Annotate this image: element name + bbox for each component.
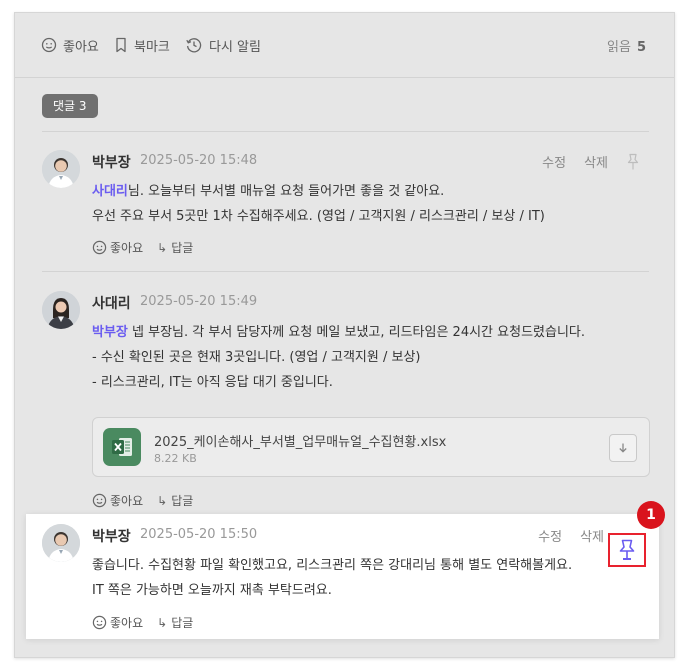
edit-button[interactable]: 수정 xyxy=(538,526,562,545)
reply-label: 답글 xyxy=(171,241,194,255)
mention-link[interactable]: 박부장 xyxy=(92,325,128,340)
download-icon xyxy=(619,443,627,453)
comment-text: 좋습니다. 수집현황 파일 확인했고요, 리스크관리 쪽은 강대리님 통해 별도… xyxy=(92,558,573,573)
edit-button[interactable]: 수정 xyxy=(542,152,566,171)
pin-button[interactable] xyxy=(626,153,640,171)
comment-text: - 수신 확인된 곳은 현재 3곳입니다. (영업 / 고객지원 / 보상) xyxy=(92,350,421,365)
step-marker-badge: 1 xyxy=(637,501,665,529)
file-size: 8.22 KB xyxy=(154,452,197,465)
comment-item: 박부장 2025-05-20 15:48 수정 삭제 사대리님. 오늘부터 부서… xyxy=(42,150,648,260)
reply-button[interactable]: ↳ 답글 xyxy=(157,614,193,631)
highlighted-comment-card: 박부장 2025-05-20 15:50 수정 삭제 좋습니다. 수집현황 파일… xyxy=(26,514,659,639)
comment-body: 사대리님. 오늘부터 부서별 매뉴얼 요청 들어가면 좋을 것 같아요. 우선 … xyxy=(92,179,545,229)
comment-body: 박부장 넵 부장님. 각 부서 담당자께 요청 메일 보냈고, 리드타임은 24… xyxy=(92,320,585,395)
comment-footer: 좋아요 ↳ 답글 xyxy=(92,492,193,509)
bookmark-icon xyxy=(116,37,126,53)
pin-button-active[interactable] xyxy=(608,533,646,567)
bookmark-button[interactable]: 북마크 xyxy=(114,35,170,55)
like-comment-button[interactable]: 좋아요 xyxy=(92,614,143,631)
smile-icon xyxy=(92,240,107,255)
bookmark-label: 북마크 xyxy=(134,39,170,55)
comment-item: 박부장 2025-05-20 15:50 수정 삭제 좋습니다. 수집현황 파일… xyxy=(42,524,654,634)
avatar xyxy=(42,150,80,188)
mention-link[interactable]: 사대리 xyxy=(92,184,128,199)
comment-footer: 좋아요 ↳ 답글 xyxy=(92,239,193,256)
reply-button[interactable]: ↳ 답글 xyxy=(157,239,193,256)
comment-actions: 수정 삭제 xyxy=(520,526,604,545)
download-button[interactable] xyxy=(609,434,637,462)
comment-text: - 리스크관리, IT는 아직 응답 대기 중입니다. xyxy=(92,375,333,390)
like-post-button[interactable]: 좋아요 xyxy=(41,35,99,55)
like-comment-label: 좋아요 xyxy=(110,494,144,508)
comment-footer: 좋아요 ↳ 답글 xyxy=(92,614,193,631)
smile-icon xyxy=(92,493,107,508)
smile-icon xyxy=(92,615,107,630)
reply-arrow-icon: ↳ xyxy=(157,493,168,508)
reply-label: 답글 xyxy=(171,616,194,630)
like-post-label: 좋아요 xyxy=(63,39,99,55)
comment-text: IT 쪽은 가능하면 오늘까지 재촉 부탁드려요. xyxy=(92,583,332,598)
delete-button[interactable]: 삭제 xyxy=(584,152,608,171)
divider xyxy=(42,131,649,132)
like-comment-button[interactable]: 좋아요 xyxy=(92,239,143,256)
post-panel: 좋아요 북마크 다시 알림 읽음 5 댓글 3 박부장 2025-05-20 15… xyxy=(14,12,675,658)
smile-icon xyxy=(41,37,57,53)
reply-label: 답글 xyxy=(171,494,194,508)
comment-actions: 수정 삭제 xyxy=(524,152,640,171)
comment-time: 2025-05-20 15:48 xyxy=(140,153,258,168)
comment-body: 좋습니다. 수집현황 파일 확인했고요, 리스크관리 쪽은 강대리님 통해 별도… xyxy=(92,553,572,603)
remind-label: 다시 알림 xyxy=(209,39,261,55)
reply-arrow-icon: ↳ xyxy=(157,240,168,255)
delete-button[interactable]: 삭제 xyxy=(580,526,604,545)
read-count-label: 읽음 xyxy=(607,40,631,55)
like-comment-label: 좋아요 xyxy=(110,616,144,630)
pin-icon xyxy=(619,539,635,560)
like-comment-label: 좋아요 xyxy=(110,241,144,255)
file-attachment[interactable]: 2025_케이손해사_부서별_업무매뉴얼_수집현황.xlsx 8.22 KB xyxy=(92,417,650,477)
comment-text: 우선 주요 부서 5곳만 1차 수집해주세요. (영업 / 고객지원 / 리스크… xyxy=(92,209,545,224)
like-comment-button[interactable]: 좋아요 xyxy=(92,492,143,509)
avatar xyxy=(42,291,80,329)
divider xyxy=(42,271,649,272)
read-count-value: 5 xyxy=(636,40,646,55)
comment-item: 사대리 2025-05-20 15:49 박부장 넵 부장님. 각 부서 담당자… xyxy=(42,291,650,508)
reply-arrow-icon: ↳ xyxy=(157,615,168,630)
comment-text: 님. 오늘부터 부서별 매뉴얼 요청 들어가면 좋을 것 같아요. xyxy=(127,184,445,199)
comment-author: 박부장 xyxy=(92,155,131,171)
pin-icon xyxy=(627,153,639,169)
comment-time: 2025-05-20 15:49 xyxy=(140,294,258,309)
comment-author: 박부장 xyxy=(92,529,131,545)
remind-clock-icon xyxy=(186,38,202,53)
avatar xyxy=(42,524,80,562)
read-count: 읽음 5 xyxy=(607,36,646,55)
comment-count-badge: 댓글 3 xyxy=(42,94,98,118)
remind-button[interactable]: 다시 알림 xyxy=(185,35,261,55)
comment-text: 넵 부장님. 각 부서 담당자께 요청 메일 보냈고, 리드타임은 24시간 요… xyxy=(127,325,586,340)
file-name: 2025_케이손해사_부서별_업무매뉴얼_수집현황.xlsx xyxy=(154,435,447,450)
excel-file-icon xyxy=(103,428,141,466)
comment-author: 사대리 xyxy=(92,296,131,312)
post-action-bar: 좋아요 북마크 다시 알림 읽음 5 xyxy=(15,13,674,78)
reply-button[interactable]: ↳ 답글 xyxy=(157,492,193,509)
comment-time: 2025-05-20 15:50 xyxy=(140,527,258,542)
